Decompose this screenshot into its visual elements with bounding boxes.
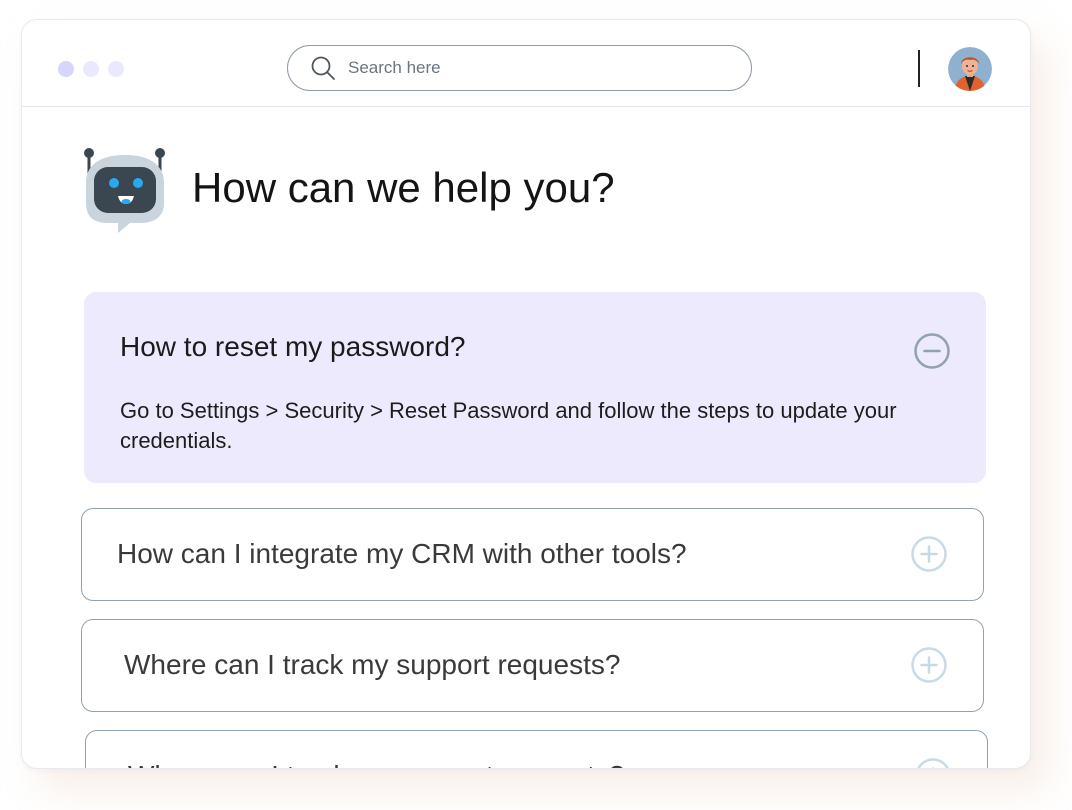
faq-item[interactable]: How to reset my password? Go to Settings… — [84, 292, 986, 483]
faq-question[interactable]: Where can I track my support requests? — [124, 649, 620, 681]
faq-item[interactable]: Where can I track my support requests? — [85, 730, 988, 769]
search-input[interactable] — [346, 57, 730, 79]
plus-circle-icon[interactable] — [910, 535, 948, 573]
avatar[interactable] — [948, 47, 992, 91]
plus-circle-icon[interactable] — [914, 757, 952, 769]
faq-question[interactable]: Where can I track my support requests? — [128, 760, 624, 768]
plus-circle-icon[interactable] — [910, 646, 948, 684]
window-dot-icon[interactable] — [58, 61, 74, 77]
faq-item[interactable]: How can I integrate my CRM with other to… — [81, 508, 984, 601]
top-bar — [22, 20, 1030, 107]
app-window: How can we help you? How to reset my pas… — [21, 19, 1031, 769]
faq-question[interactable]: How to reset my password? — [120, 331, 465, 363]
faq-answer: Go to Settings > Security > Reset Passwo… — [120, 398, 897, 453]
window-controls — [58, 61, 124, 77]
minus-circle-icon[interactable] — [913, 332, 951, 370]
window-dot-icon[interactable] — [108, 61, 124, 77]
window-dot-icon[interactable] — [83, 61, 99, 77]
search-bar[interactable] — [287, 45, 752, 91]
user-avatar-icon — [948, 47, 992, 91]
header-divider — [918, 50, 920, 87]
page-title: How can we help you? — [192, 164, 615, 211]
faq-item[interactable]: Where can I track my support requests? — [81, 619, 984, 712]
chatbot-icon — [84, 148, 165, 233]
faq-question[interactable]: How can I integrate my CRM with other to… — [117, 538, 687, 570]
search-icon — [311, 56, 335, 80]
